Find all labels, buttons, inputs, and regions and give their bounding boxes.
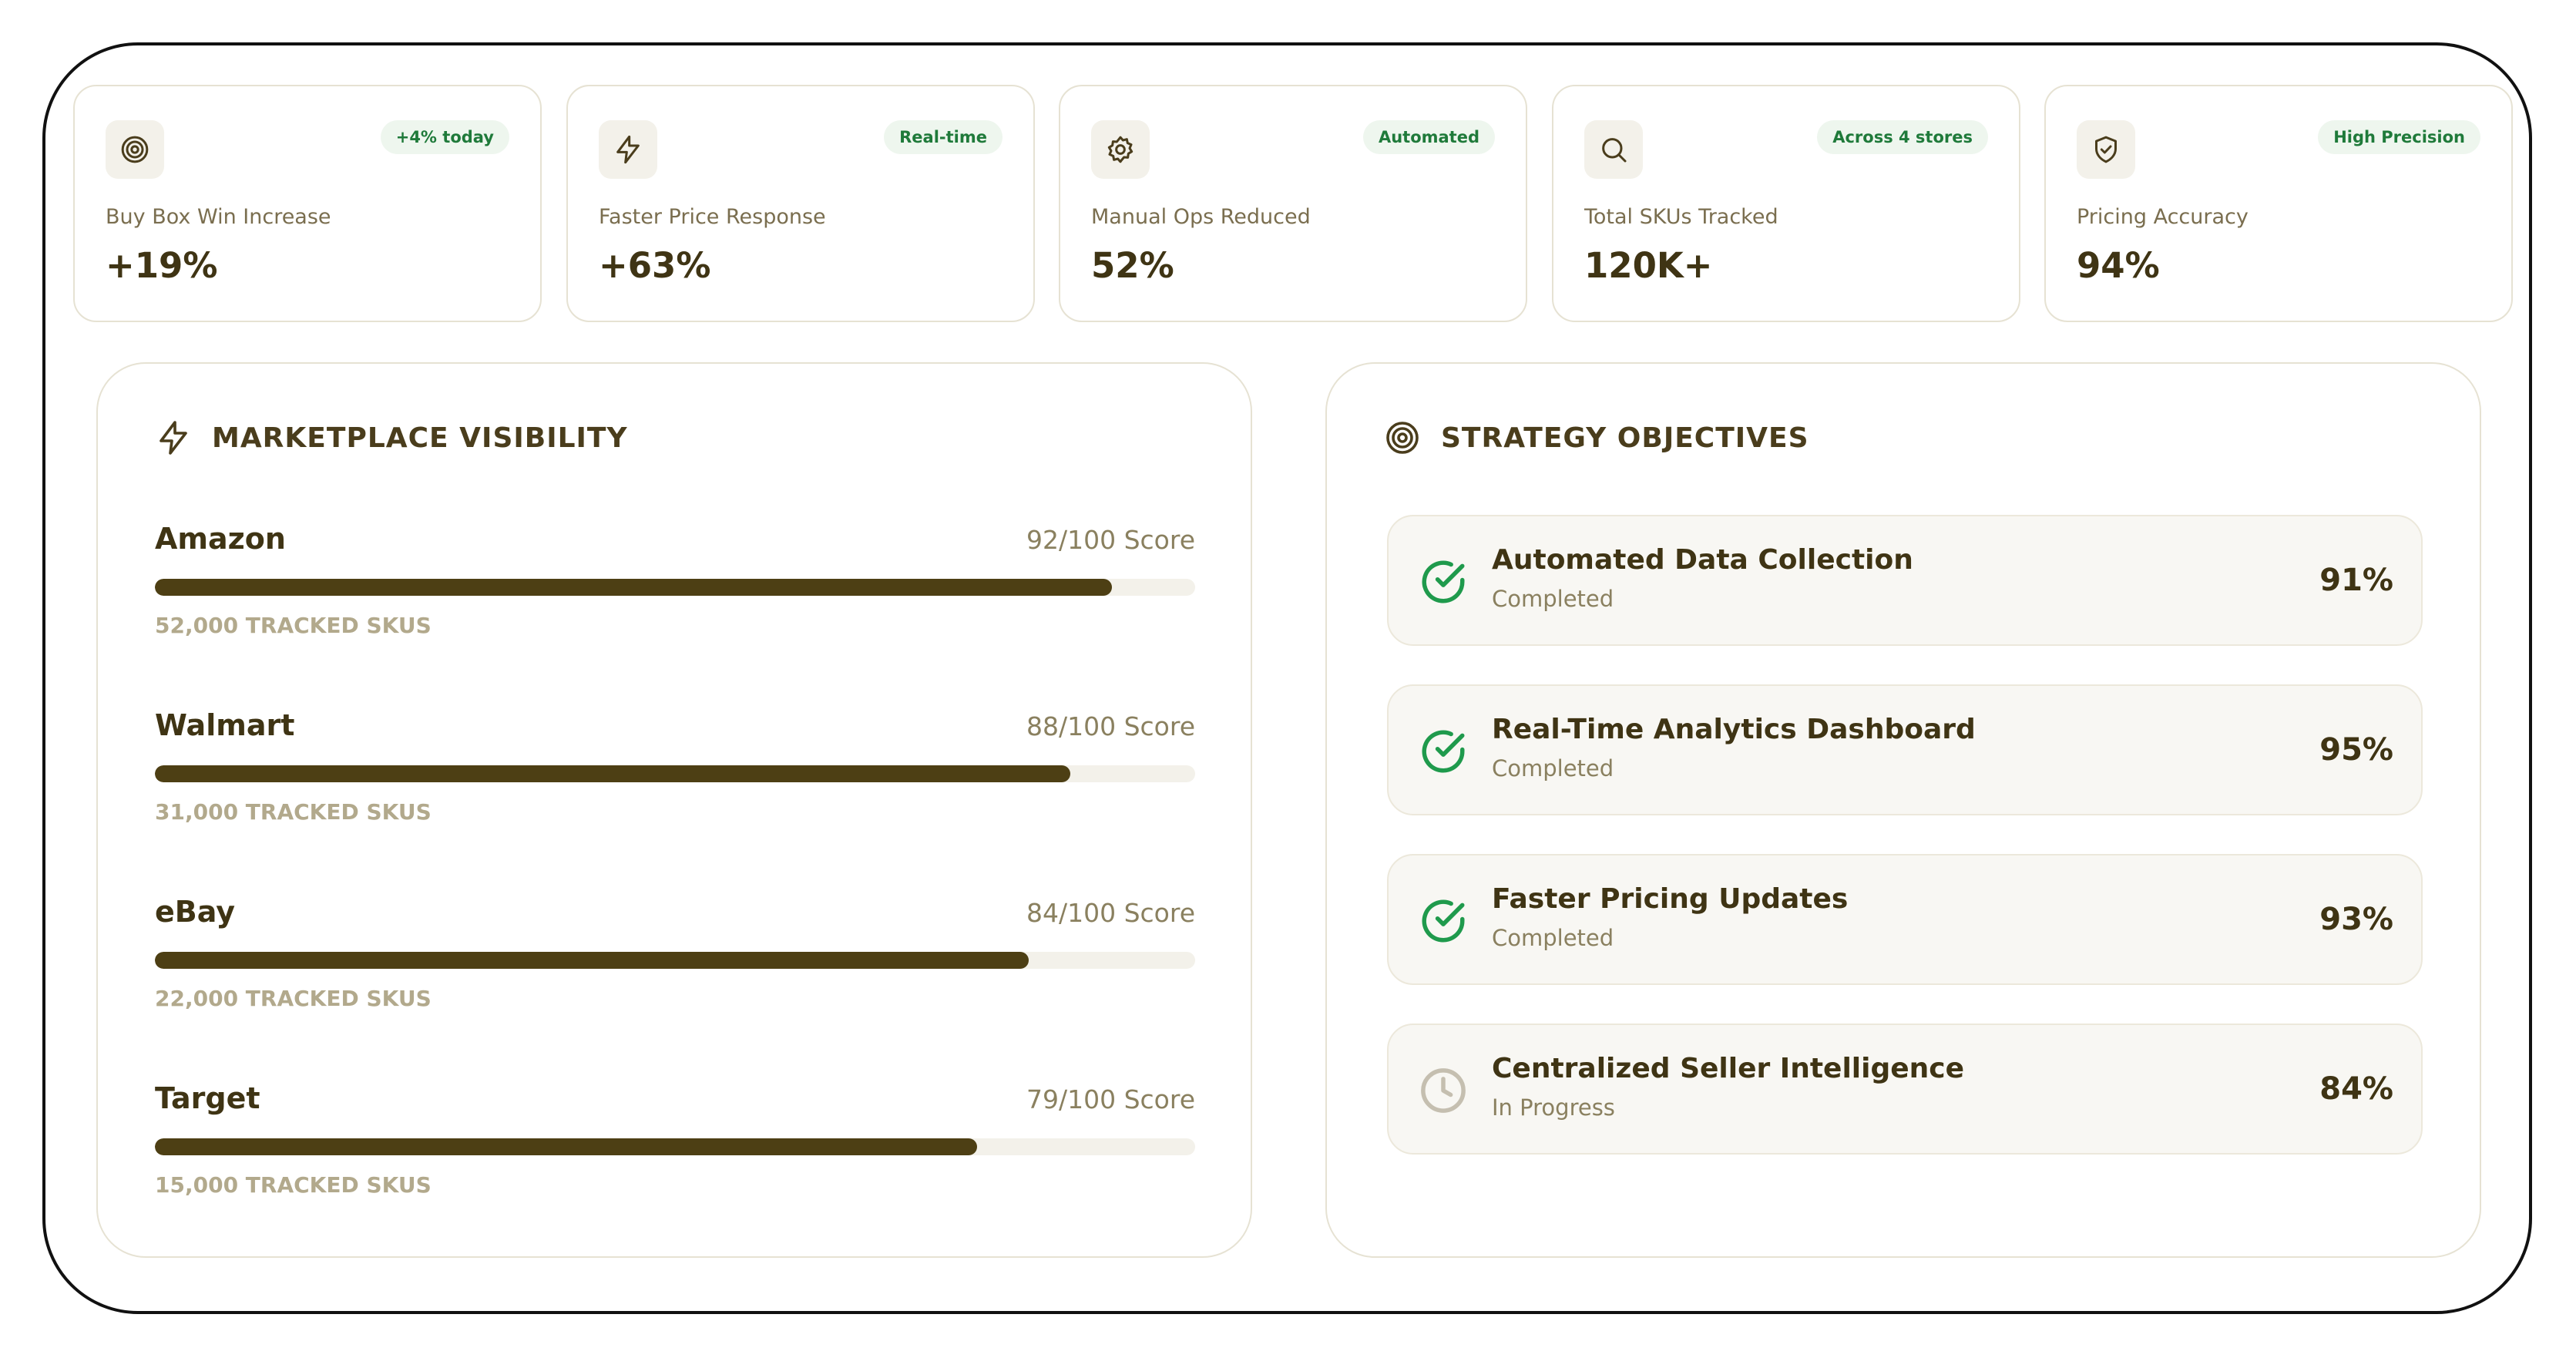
- metric-value: +19%: [106, 245, 218, 286]
- score-bar-fill: [155, 765, 1070, 782]
- target-icon: [1386, 422, 1419, 454]
- score-bar-fill: [155, 952, 1029, 969]
- marketplace-row-walmart: Walmart 88/100 Score 31,000 TRACKED SKUS: [155, 708, 1195, 847]
- marketplace-row-amazon: Amazon 92/100 Score 52,000 TRACKED SKUS: [155, 522, 1195, 661]
- tracked-skus: 31,000 TRACKED SKUS: [155, 799, 432, 825]
- check-circle-icon: [1422, 899, 1465, 943]
- marketplace-name: eBay: [155, 895, 235, 929]
- score-bar-fill: [155, 1138, 977, 1155]
- metric-value: 52%: [1091, 245, 1174, 286]
- score-bar-track: [155, 579, 1195, 596]
- search-icon: [1584, 120, 1643, 179]
- marketplace-score: 92/100 Score: [1026, 525, 1195, 555]
- objective-percent: 91%: [2319, 563, 2393, 598]
- objective-percent: 95%: [2319, 732, 2393, 768]
- metric-card-skus-tracked: Across 4 stores Total SKUs Tracked 120K+: [1552, 85, 2020, 322]
- gear-icon: [1091, 120, 1150, 179]
- strategy-objectives-panel: STRATEGY OBJECTIVES Automated Data Colle…: [1325, 362, 2481, 1258]
- lightning-icon: [160, 421, 187, 455]
- metric-label: Buy Box Win Increase: [106, 205, 331, 229]
- metric-label: Faster Price Response: [599, 205, 826, 229]
- marketplace-name: Target: [155, 1081, 260, 1115]
- score-bar-track: [155, 952, 1195, 969]
- objective-card: Real-Time Analytics Dashboard Completed …: [1387, 684, 2423, 815]
- metric-value: 120K+: [1584, 245, 1713, 286]
- metric-badge: High Precision: [2318, 120, 2480, 154]
- marketplace-score: 88/100 Score: [1026, 711, 1195, 741]
- tracked-skus: 15,000 TRACKED SKUS: [155, 1172, 432, 1198]
- metric-label: Manual Ops Reduced: [1091, 205, 1311, 229]
- target-icon: [106, 120, 164, 179]
- objective-percent: 93%: [2319, 902, 2393, 937]
- objective-status: Completed: [1492, 755, 1614, 782]
- objective-card: Centralized Seller Intelligence In Progr…: [1387, 1024, 2423, 1155]
- check-circle-icon: [1422, 560, 1465, 603]
- check-circle-icon: [1422, 730, 1465, 773]
- panel-title: MARKETPLACE VISIBILITY: [155, 419, 628, 456]
- objective-percent: 84%: [2319, 1071, 2393, 1107]
- metric-label: Total SKUs Tracked: [1584, 205, 1778, 229]
- metric-badge: +4% today: [380, 120, 509, 154]
- metric-badge: Real-time: [884, 120, 1003, 154]
- marketplace-name: Amazon: [155, 522, 286, 556]
- score-bar-fill: [155, 579, 1112, 596]
- objective-status: Completed: [1492, 586, 1614, 612]
- metric-value: +63%: [599, 245, 711, 286]
- lightning-icon: [599, 120, 657, 179]
- metric-card-pricing-accuracy: High Precision Pricing Accuracy 94%: [2044, 85, 2513, 322]
- metric-card-buy-box: +4% today Buy Box Win Increase +19%: [73, 85, 542, 322]
- objective-title: Centralized Seller Intelligence: [1492, 1053, 1965, 1084]
- tracked-skus: 22,000 TRACKED SKUS: [155, 986, 432, 1011]
- tracked-skus: 52,000 TRACKED SKUS: [155, 613, 432, 638]
- objective-title: Real-Time Analytics Dashboard: [1492, 714, 1976, 745]
- marketplace-score: 79/100 Score: [1026, 1084, 1195, 1114]
- metric-card-price-response: Real-time Faster Price Response +63%: [566, 85, 1035, 322]
- objective-card: Automated Data Collection Completed 91%: [1387, 515, 2423, 646]
- panel-title-text: STRATEGY OBJECTIVES: [1441, 422, 1809, 454]
- metric-value: 94%: [2077, 245, 2160, 286]
- marketplace-name: Walmart: [155, 708, 295, 742]
- objective-status: Completed: [1492, 925, 1614, 951]
- marketplace-score: 84/100 Score: [1026, 898, 1195, 928]
- metric-badge: Automated: [1362, 120, 1495, 154]
- marketplace-row-target: Target 79/100 Score 15,000 TRACKED SKUS: [155, 1081, 1195, 1220]
- marketplace-row-ebay: eBay 84/100 Score 22,000 TRACKED SKUS: [155, 895, 1195, 1034]
- clock-icon: [1421, 1068, 1466, 1113]
- marketplace-visibility-panel: MARKETPLACE VISIBILITY Amazon 92/100 Sco…: [96, 362, 1252, 1258]
- score-bar-track: [155, 1138, 1195, 1155]
- objective-title: Faster Pricing Updates: [1492, 883, 1849, 915]
- metric-badge: Across 4 stores: [1817, 120, 1988, 154]
- panel-title-text: MARKETPLACE VISIBILITY: [212, 422, 628, 454]
- panel-title: STRATEGY OBJECTIVES: [1384, 419, 1809, 456]
- objective-status: In Progress: [1492, 1094, 1615, 1121]
- metric-label: Pricing Accuracy: [2077, 205, 2249, 229]
- shield-check-icon: [2077, 120, 2135, 179]
- objective-title: Automated Data Collection: [1492, 544, 1913, 576]
- objective-card: Faster Pricing Updates Completed 93%: [1387, 854, 2423, 985]
- metric-card-manual-ops: Automated Manual Ops Reduced 52%: [1059, 85, 1527, 322]
- score-bar-track: [155, 765, 1195, 782]
